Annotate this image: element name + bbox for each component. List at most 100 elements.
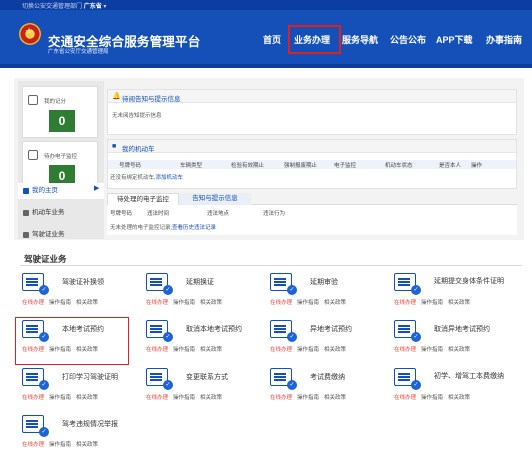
sidebar-item-home[interactable]: 我的主页 <box>18 183 104 199</box>
add-vehicle-link[interactable]: 添加机动车 <box>156 175 184 181</box>
service-name: 变更联系方式 <box>186 374 228 381</box>
column-header: 号牌号码 <box>119 163 142 169</box>
monitor-empty-label: 无未处理的电子监控记录, <box>110 225 173 231</box>
related-policy-link[interactable]: 相关政策 <box>76 300 98 306</box>
service-tile[interactable]: ✓ 延期提交身体条件证明 在线办理 操作指南 相关政策 <box>394 273 516 317</box>
points-icon <box>28 95 38 105</box>
service-tile[interactable]: ✓ 驾驶证补换领 在线办理 操作指南 相关政策 <box>22 273 144 317</box>
change-contact-icon: ✓ <box>146 368 173 390</box>
service-name: 延期审验 <box>310 279 338 286</box>
region-switcher[interactable]: 切换公安交通管理部门 广东省 ▾ <box>22 1 106 10</box>
check-badge-icon: ✓ <box>39 285 49 295</box>
online-handle-link[interactable]: 在线办理 <box>22 395 44 401</box>
nav-service-guide[interactable]: 服务导航 <box>342 33 378 47</box>
operation-guide-link[interactable]: 操作指南 <box>173 300 195 306</box>
history-violations-link[interactable]: 查看历史违法记录 <box>172 225 216 231</box>
notice-empty-text: 无未阅告知提示信息 <box>112 113 162 119</box>
service-name: 异地考试预约 <box>310 326 352 333</box>
points-card[interactable]: 我的记分 0 <box>22 86 98 138</box>
nav-announcements[interactable]: 公告公布 <box>390 33 426 47</box>
column-header: 电子监控 <box>334 163 357 169</box>
related-policy-link[interactable]: 相关政策 <box>448 395 470 401</box>
service-name: 延期换证 <box>186 279 214 286</box>
service-links: 在线办理 操作指南 相关政策 <box>22 298 98 306</box>
operation-guide-link[interactable]: 操作指南 <box>173 347 195 353</box>
service-tile[interactable]: ✓ 驾考违规情况举报在线办理 操作指南 相关政策 <box>22 415 144 459</box>
online-handle-link[interactable]: 在线办理 <box>394 347 416 353</box>
header-divider <box>0 64 532 68</box>
service-links: 在线办理 操作指南 相关政策 <box>22 393 98 401</box>
related-policy-link[interactable]: 相关政策 <box>76 395 98 401</box>
column-header: 车辆类型 <box>180 163 203 169</box>
check-badge-icon: ✓ <box>287 380 297 390</box>
operation-guide-link[interactable]: 操作指南 <box>297 347 319 353</box>
operation-guide-link[interactable]: 操作指南 <box>297 395 319 401</box>
nav-home[interactable]: 首页 <box>263 33 281 47</box>
operation-guide-link[interactable]: 操作指南 <box>297 300 319 306</box>
check-badge-icon: ✓ <box>39 380 49 390</box>
column-header: 机动车状态 <box>385 163 413 169</box>
service-tile[interactable]: ✓ 初学、增驾工本费缴纳 在线办理 操作指南 相关政策 <box>394 368 516 412</box>
pending-monitor-label: 待办电子监控 <box>44 154 78 160</box>
nav-guide[interactable]: 办事指南 <box>486 33 522 47</box>
cancel-remote-exam-icon: ✓ <box>394 320 421 342</box>
related-policy-link[interactable]: 相关政策 <box>324 347 346 353</box>
service-name: 初学、增驾工本费缴纳 <box>434 373 504 380</box>
service-tile[interactable]: ✓ 变更联系方式在线办理 操作指南 相关政策 <box>146 368 268 412</box>
related-policy-link[interactable]: 相关政策 <box>324 300 346 306</box>
online-handle-link[interactable]: 在线办理 <box>270 300 292 306</box>
related-policy-link[interactable]: 相关政策 <box>76 442 98 448</box>
operation-guide-link[interactable]: 操作指南 <box>49 300 71 306</box>
service-highlight-box <box>15 317 129 365</box>
sidebar: 我的记分 0 待办电子监控 0 我的主页 机动车业务 驾驶证业务 <box>18 81 104 239</box>
check-badge-icon: ✓ <box>39 427 49 437</box>
online-handle-link[interactable]: 在线办理 <box>22 442 44 448</box>
online-handle-link[interactable]: 在线办理 <box>270 395 292 401</box>
sidebar-item-license[interactable]: 驾驶证业务 <box>18 227 104 239</box>
service-tile[interactable]: ✓ 考试费缴纳 在线办理 操作指南 相关政策 <box>270 368 392 412</box>
related-policy-link[interactable]: 相关政策 <box>200 300 222 306</box>
operation-guide-link[interactable]: 操作指南 <box>49 395 71 401</box>
operation-guide-link[interactable]: 操作指南 <box>421 300 443 306</box>
check-badge-icon: ✓ <box>287 285 297 295</box>
service-name: 驾考违规情况举报 <box>62 421 118 428</box>
operation-guide-link[interactable]: 操作指南 <box>173 395 195 401</box>
service-tile[interactable]: ✓ 打印学习驾驶证明 在线办理 操作指南 相关政策 <box>22 368 144 412</box>
online-handle-link[interactable]: 在线办理 <box>146 300 168 306</box>
nav-app-download[interactable]: APP下载 <box>436 33 473 47</box>
online-handle-link[interactable]: 在线办理 <box>22 300 44 306</box>
column-header: 号牌号码 <box>110 211 133 217</box>
operation-guide-link[interactable]: 操作指南 <box>421 347 443 353</box>
column-header: 违法地点 <box>207 211 230 217</box>
star-icon: ★ <box>25 26 34 36</box>
related-policy-link[interactable]: 相关政策 <box>324 395 346 401</box>
online-handle-link[interactable]: 在线办理 <box>270 347 292 353</box>
online-handle-link[interactable]: 在线办理 <box>394 300 416 306</box>
sidebar-item-vehicle[interactable]: 机动车业务 <box>18 205 104 221</box>
service-tile[interactable]: ✓ 延期换证 在线办理 操作指南 相关政策 <box>146 273 268 317</box>
tab-notices[interactable]: 告知与提示信息 <box>179 193 251 205</box>
cancel-local-exam-icon: ✓ <box>146 320 173 342</box>
operation-guide-link[interactable]: 操作指南 <box>49 442 71 448</box>
chevron-right-icon: ▶ <box>94 185 100 192</box>
site-subtitle: 广东省公安厅交通管理局 <box>48 49 109 55</box>
license-icon <box>23 232 29 238</box>
online-handle-link[interactable]: 在线办理 <box>146 395 168 401</box>
service-tile[interactable]: ✓ 异地考试预约 在线办理 操作指南 相关政策 <box>270 320 392 364</box>
service-tile[interactable]: ✓ 取消异地考试预约 在线办理 操作指南 相关政策 <box>394 320 516 364</box>
online-handle-link[interactable]: 在线办理 <box>394 395 416 401</box>
related-policy-link[interactable]: 相关政策 <box>200 347 222 353</box>
column-header: 操作 <box>471 163 483 169</box>
service-tile[interactable]: ✓ 取消本地考试预约 在线办理 操作指南 相关政策 <box>146 320 268 364</box>
tab-bar: 待处理的电子监控 告知与提示信息 <box>107 193 517 205</box>
tab-pending-monitor[interactable]: 待处理的电子监控 <box>107 193 179 205</box>
operation-guide-link[interactable]: 操作指南 <box>421 395 443 401</box>
police-emblem-icon: ★ <box>19 23 41 45</box>
related-policy-link[interactable]: 相关政策 <box>200 395 222 401</box>
service-tile[interactable]: ✓ 延期审验在线办理 操作指南 相关政策 <box>270 273 392 317</box>
license-card-icon: ✓ <box>22 273 49 295</box>
online-handle-link[interactable]: 在线办理 <box>146 347 168 353</box>
notice-panel: 🔔 待阅告知与提示信息 无未阅告知提示信息 <box>107 89 517 135</box>
related-policy-link[interactable]: 相关政策 <box>448 347 470 353</box>
related-policy-link[interactable]: 相关政策 <box>448 300 470 306</box>
